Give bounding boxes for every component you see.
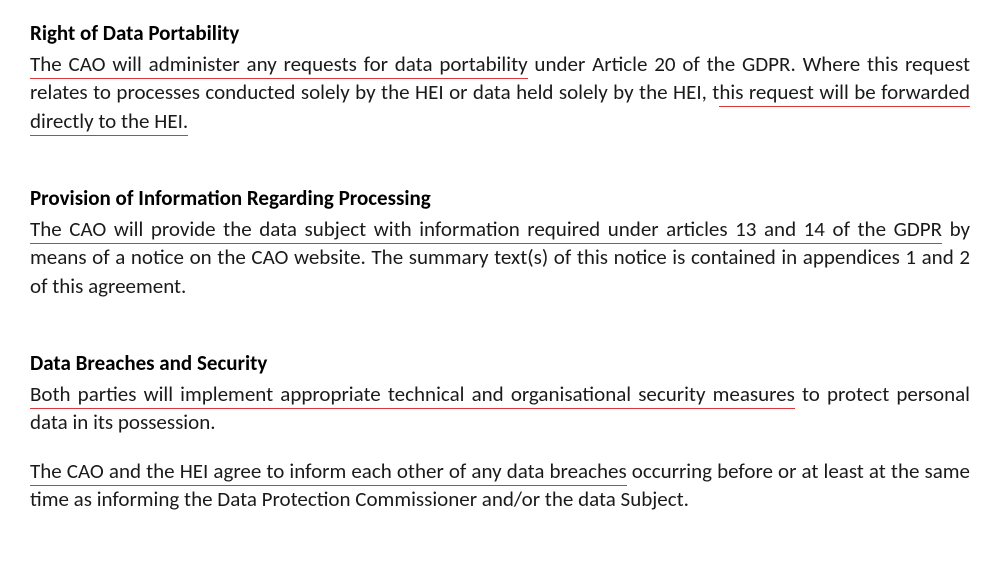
section-right-of-data-portability: Right of Data Portability The CAO will a…	[30, 20, 970, 135]
highlighted-text: The CAO will administer any requests for…	[30, 51, 528, 79]
heading-data-breaches-security: Data Breaches and Security	[30, 350, 970, 376]
highlighted-text: The CAO will provide the data subject wi…	[30, 216, 942, 244]
paragraph-breaches-2: The CAO and the HEI agree to inform each…	[30, 457, 970, 514]
section-data-breaches-security: Data Breaches and Security Both parties …	[30, 350, 970, 513]
heading-provision-of-information: Provision of Information Regarding Proce…	[30, 185, 970, 211]
paragraph-provision-1: The CAO will provide the data subject wi…	[30, 215, 970, 300]
heading-right-of-data-portability: Right of Data Portability	[30, 20, 970, 46]
section-provision-of-information: Provision of Information Regarding Proce…	[30, 185, 970, 300]
highlighted-text: Both parties will implement appropriate …	[30, 381, 795, 409]
paragraph-breaches-1: Both parties will implement appropriate …	[30, 380, 970, 437]
paragraph-portability-1: The CAO will administer any requests for…	[30, 50, 970, 135]
highlighted-text: The CAO and the HEI agree to inform each…	[30, 458, 627, 486]
